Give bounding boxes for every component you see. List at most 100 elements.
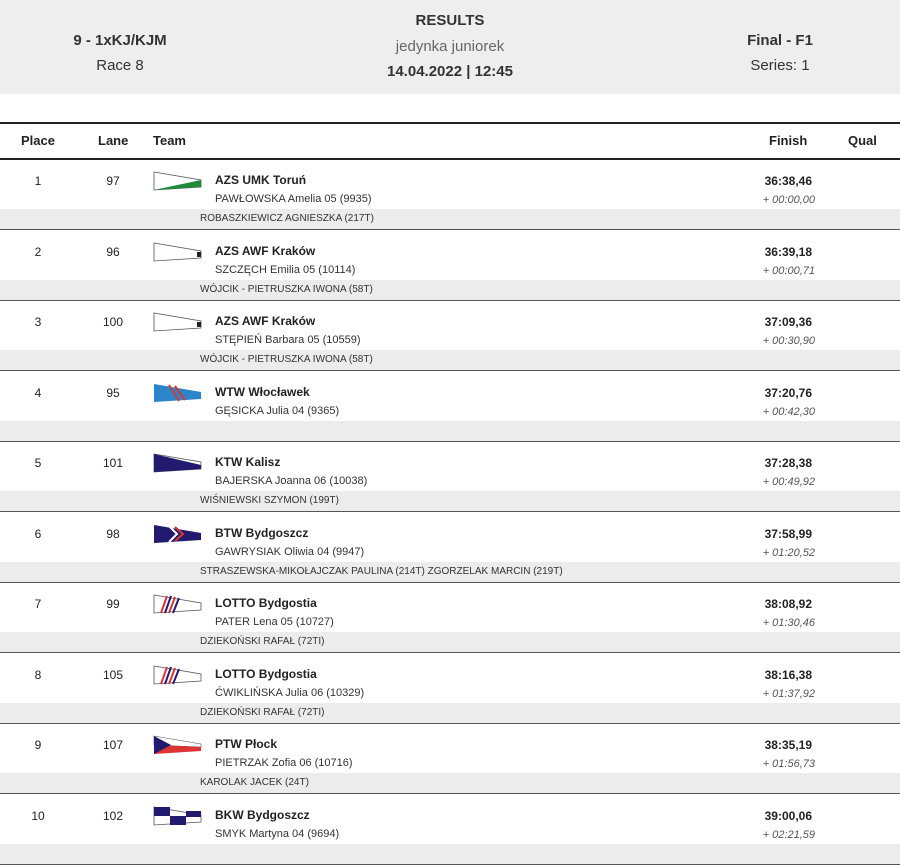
club-blade-icon [153, 452, 203, 473]
finish-delta: + 00:49,92 [762, 476, 815, 488]
team-name: LOTTO Bydgostia [215, 666, 317, 681]
team-name: LOTTO Bydgostia [215, 596, 317, 610]
finish-delta: + 02:21,59 [762, 828, 815, 841]
event-code: 9 - 1xKJ/KJM [73, 32, 167, 49]
finish-delta: + 00:30,90 [762, 335, 815, 347]
coach-bar: DZIEKOŃSKI RAFAŁ (72TI) [0, 632, 900, 653]
table-row: 5 101 KTW Kalisz BAJERSKA Joanna 06 (100… [0, 442, 900, 514]
final-label: Final - F1 [747, 32, 813, 49]
place-cell: 5 [34, 456, 42, 470]
team-name: WTW Włocławek [215, 384, 310, 399]
column-qual: Qual [848, 133, 877, 148]
place-cell: 3 [34, 315, 42, 329]
place-cell: 4 [34, 385, 42, 400]
table-row: 8 105 LOTTO Bydgostia ĆWIKLIŃSKA Julia 0… [0, 654, 900, 726]
team-name: BTW Bydgoszcz [215, 525, 309, 540]
finish-time: 38:08,92 [764, 597, 812, 611]
coach-bar: ROBASZKIEWICZ AGNIESZKA (217T) [0, 209, 900, 230]
athlete-name: SZCZĘCH Emilia 05 (10114) [215, 263, 356, 276]
finish-delta: + 01:20,52 [762, 546, 815, 559]
athlete-name: GĘSICKA Julia 04 (9365) [215, 404, 340, 417]
series-label: Series: 1 [750, 57, 810, 74]
athlete-name: GAWRYSIAK Oliwia 04 (9947) [215, 545, 365, 558]
table-row: 7 99 LOTTO Bydgostia PATER Lena 05 (1072… [0, 583, 900, 655]
athlete-name: SMYK Martyna 04 (9694) [215, 827, 340, 840]
race-datetime: 14.04.2022 | 12:45 [387, 63, 513, 80]
club-blade-icon [153, 170, 203, 191]
athlete-name: PATER Lena 05 (10727) [215, 616, 334, 628]
table-row: 2 96 AZS AWF Kraków SZCZĘCH Emilia 05 (1… [0, 231, 900, 303]
athlete-name: BAJERSKA Joanna 06 (10038) [215, 475, 368, 487]
lane-cell: 101 [102, 456, 124, 470]
race-number: Race 8 [96, 57, 144, 74]
finish-time: 38:16,38 [764, 667, 812, 682]
column-lane: Lane [98, 133, 129, 148]
coach-bar: WÓJCIK - PIETRUSZKA IWONA (58T) [0, 350, 900, 371]
place-cell: 8 [34, 667, 42, 682]
team-name: PTW Płock [215, 737, 278, 751]
finish-time: 38:35,19 [764, 738, 812, 752]
finish-time: 37:58,99 [764, 526, 812, 541]
lane-cell: 95 [106, 385, 120, 400]
place-cell: 10 [31, 808, 45, 823]
column-team: Team [153, 133, 186, 148]
table-row: 6 98 BTW Bydgoszcz GAWRYSIAK Oliwia 04 (… [0, 513, 900, 585]
club-blade-icon [153, 734, 203, 754]
club-blade-icon [153, 593, 203, 614]
team-name: KTW Kalisz [215, 455, 281, 469]
coach-name: KAROLAK JACEK (24T) [200, 777, 309, 788]
event-name: jedynka juniorek [395, 38, 505, 55]
coach-name: STRASZEWSKA-MIKOŁAJCZAK PAULINA (214T) Z… [200, 565, 563, 577]
coach-name: DZIEKOŃSKI RAFAŁ (72TI) [200, 706, 325, 718]
page-title: RESULTS [415, 12, 485, 29]
finish-time: 37:09,36 [764, 315, 812, 329]
table-row: 9 107 PTW Płock PIETRZAK Zofia 06 (10716… [0, 724, 900, 796]
place-cell: 7 [34, 597, 42, 611]
club-blade-icon [153, 664, 203, 684]
column-finish: Finish [769, 133, 808, 148]
athlete-name: ĆWIKLIŃSKA Julia 06 (10329) [215, 686, 365, 699]
finish-time: 36:38,46 [764, 174, 812, 188]
coach-name: DZIEKOŃSKI RAFAŁ (72TI) [200, 636, 325, 647]
coach-bar: WIŚNIEWSKI SZYMON (199T) [0, 491, 900, 512]
place-cell: 2 [34, 244, 42, 259]
coach-bar: KAROLAK JACEK (24T) [0, 773, 900, 794]
coach-bar [0, 843, 900, 865]
place-cell: 9 [34, 738, 42, 752]
finish-delta: + 00:00,71 [762, 264, 815, 277]
team-name: AZS AWF Kraków [215, 243, 316, 258]
coach-name: WÓJCIK - PIETRUSZKA IWONA (58T) [200, 283, 373, 295]
table-row: 4 95 WTW Włocławek GĘSICKA Julia 04 (936… [0, 372, 900, 444]
finish-delta: + 01:37,92 [762, 687, 815, 700]
finish-time: 39:00,06 [764, 808, 812, 823]
finish-delta: + 00:42,30 [762, 405, 815, 418]
team-name: AZS AWF Kraków [215, 314, 316, 328]
athlete-name: STĘPIEŃ Barbara 05 (10559) [215, 334, 361, 346]
lane-cell: 99 [106, 597, 120, 611]
club-blade-icon [153, 382, 203, 402]
coach-bar: STRASZEWSKA-MIKOŁAJCZAK PAULINA (214T) Z… [0, 561, 900, 583]
finish-time: 37:20,76 [764, 385, 812, 400]
finish-time: 37:28,38 [764, 456, 812, 470]
coach-bar: DZIEKOŃSKI RAFAŁ (72TI) [0, 702, 900, 724]
finish-delta: + 01:30,46 [762, 617, 815, 629]
athlete-name: PAWŁOWSKA Amelia 05 (9935) [215, 193, 372, 205]
coach-name: WIŚNIEWSKI SZYMON (199T) [200, 495, 339, 506]
lane-cell: 107 [102, 738, 124, 752]
coach-name: WÓJCIK - PIETRUSZKA IWONA (58T) [200, 354, 373, 365]
lane-cell: 102 [102, 808, 124, 823]
athlete-name: PIETRZAK Zofia 06 (10716) [215, 757, 353, 769]
place-cell: 6 [34, 526, 42, 541]
lane-cell: 100 [102, 315, 124, 329]
table-header: Place Lane Team Finish Qual [0, 122, 900, 160]
results-header: 9 - 1xKJ/KJM Race 8 RESULTS jedynka juni… [0, 0, 900, 94]
lane-cell: 98 [106, 526, 120, 541]
table-row: 1 97 AZS UMK Toruń PAWŁOWSKA Amelia 05 (… [0, 160, 900, 232]
team-name: AZS UMK Toruń [215, 173, 307, 187]
lane-cell: 105 [102, 667, 124, 682]
finish-delta: + 01:56,73 [762, 758, 815, 770]
finish-delta: + 00:00,00 [762, 194, 815, 206]
coach-bar: WÓJCIK - PIETRUSZKA IWONA (58T) [0, 279, 900, 301]
lane-cell: 96 [106, 244, 120, 259]
place-cell: 1 [34, 174, 42, 188]
